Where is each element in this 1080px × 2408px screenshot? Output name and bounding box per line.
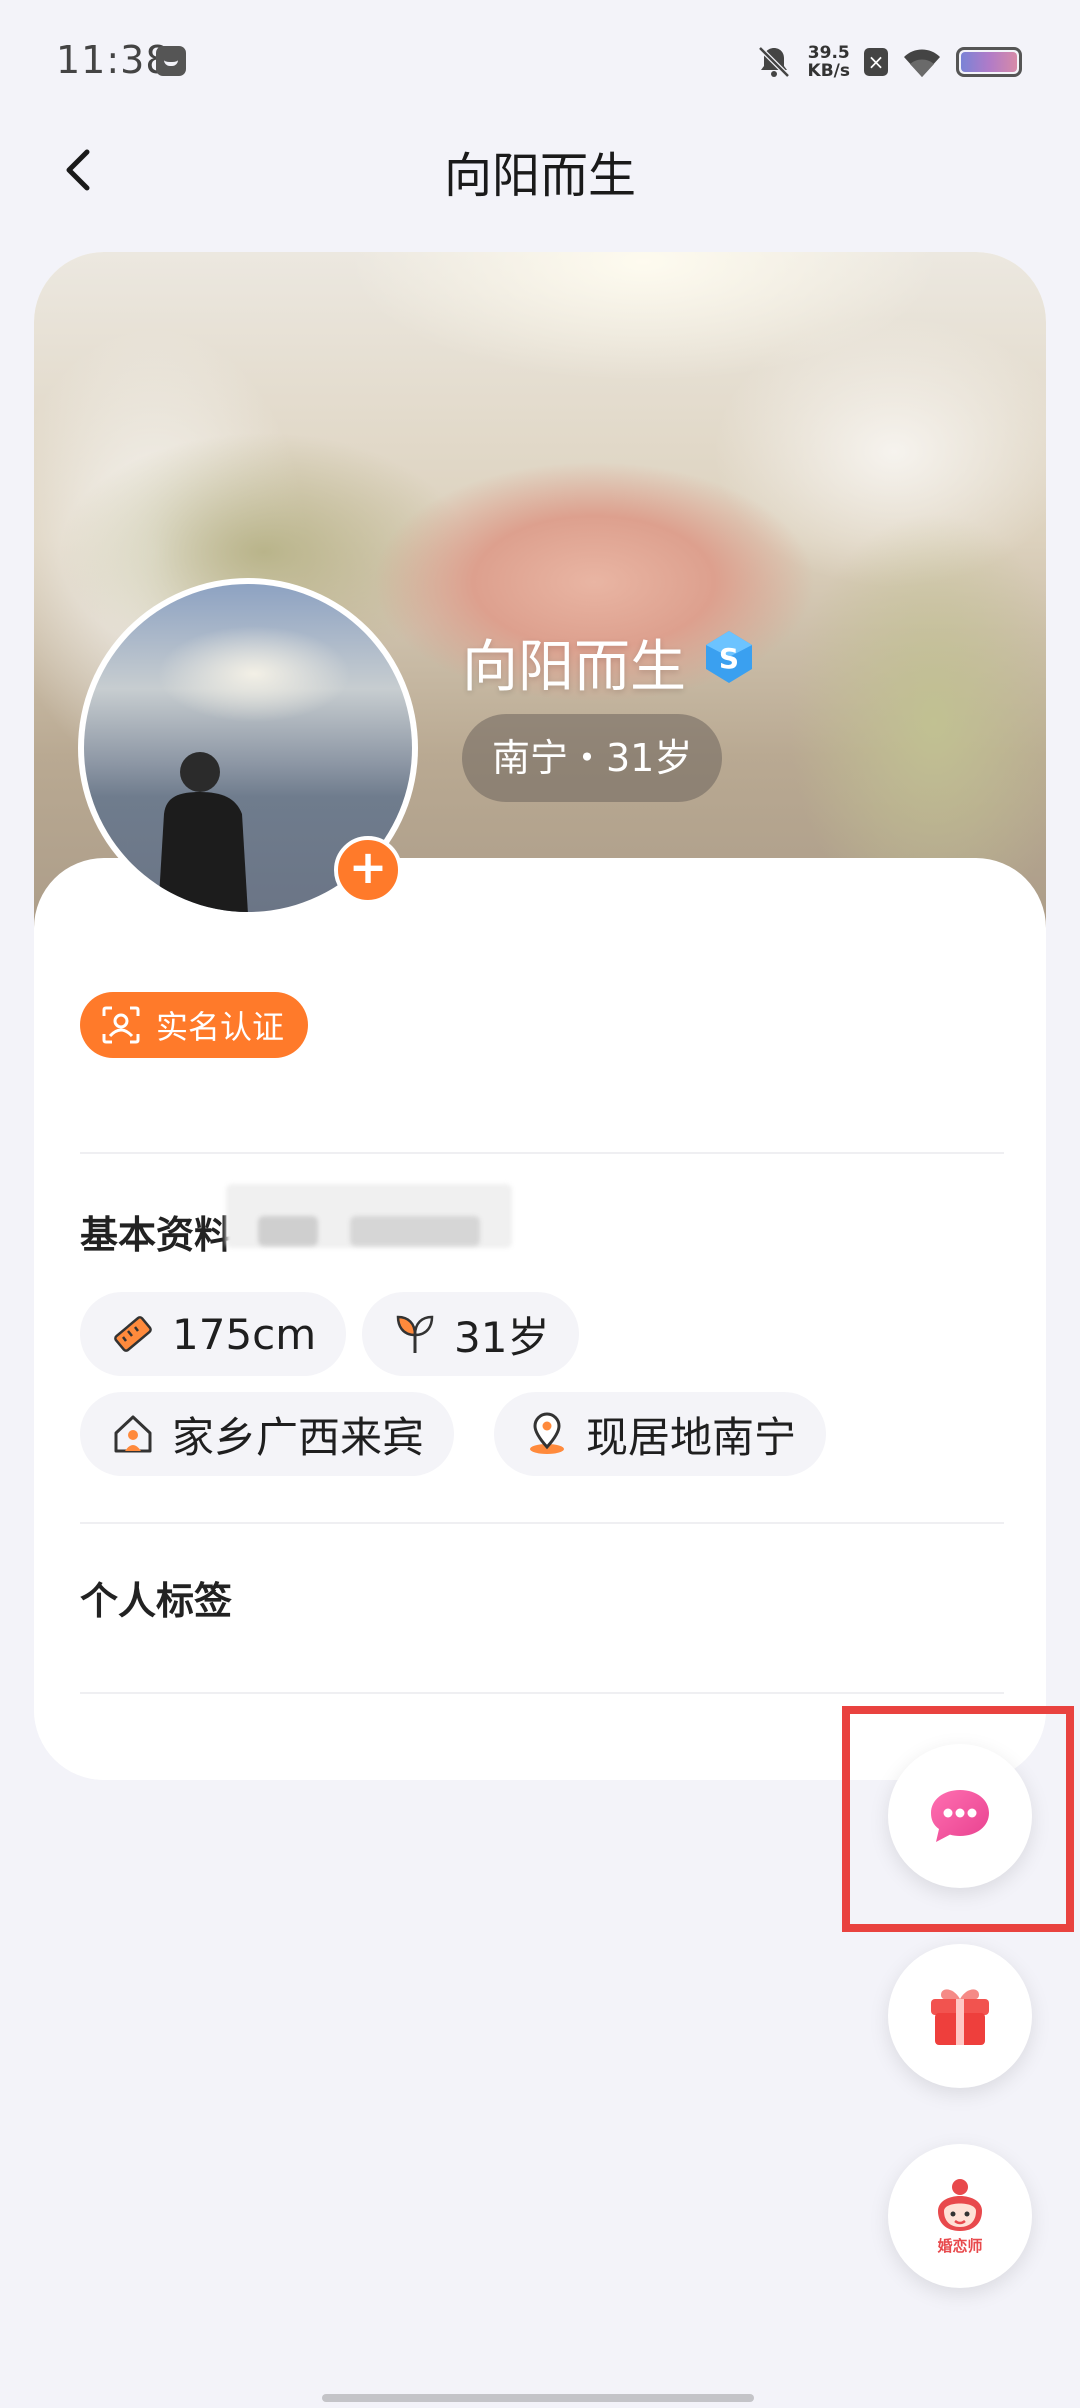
chip-label: 31岁 [454, 1312, 550, 1362]
notification-icon [156, 46, 186, 76]
header: 向阳而生 [0, 120, 1080, 220]
diamond-vip-icon: S [706, 631, 752, 683]
battery-icon [956, 47, 1022, 77]
profile-name: 向阳而生 [462, 635, 686, 700]
chip-age: 31岁 [362, 1292, 580, 1376]
chip-height: 175cm [80, 1292, 347, 1376]
bell-muted-icon [757, 46, 790, 78]
divider [80, 1522, 1004, 1524]
personal-tags-title: 个人标签 [80, 1579, 233, 1623]
chip-hometown: 家乡广西来宾 [80, 1392, 455, 1476]
chat-bubble-icon [931, 1790, 989, 1842]
status-bar: 11:38 39.5 KB/s × [0, 0, 1080, 120]
divider [80, 1152, 1004, 1154]
wifi-icon [904, 49, 940, 77]
gift-icon [931, 1989, 989, 2045]
app-notification-icon: × [864, 48, 888, 76]
sprout-icon [396, 1315, 434, 1353]
home-indicator[interactable] [322, 2394, 754, 2402]
svg-text:S: S [719, 642, 739, 675]
network-speed: 39.5 KB/s [808, 44, 850, 80]
matchmaker-label: 婚恋师 [937, 2236, 983, 2255]
id-verify-icon [102, 1006, 140, 1044]
blurred-region [258, 1216, 318, 1246]
location-pin-icon [530, 1412, 564, 1454]
add-photo-button[interactable]: + [334, 836, 402, 904]
network-speed-unit: KB/s [807, 61, 850, 81]
verify-label: 实名认证 [156, 1008, 285, 1046]
ruler-icon [114, 1316, 152, 1352]
chip-residence: 现居地南宁 [494, 1392, 827, 1476]
house-icon [114, 1415, 152, 1453]
chip-label: 175cm [172, 1309, 317, 1359]
status-icons: 39.5 KB/s × [754, 40, 1022, 84]
basic-info-title: 基本资料 [80, 1213, 233, 1257]
chat-button[interactable] [888, 1744, 1032, 1888]
blurred-region [350, 1216, 480, 1246]
battery-level [961, 52, 1017, 72]
gift-button[interactable] [888, 1944, 1032, 2088]
avatar-person-silhouette [158, 752, 248, 912]
matchmaker-avatar-icon [938, 2178, 982, 2231]
location-age-chip: 南宁・31岁 [462, 714, 723, 802]
chip-label: 现居地南宁 [586, 1412, 797, 1462]
matchmaker-button[interactable]: 婚恋师 [888, 2144, 1032, 2288]
chip-label: 家乡广西来宾 [172, 1412, 425, 1462]
divider [80, 1692, 1004, 1694]
page-title: 向阳而生 [443, 148, 636, 204]
status-time: 11:38 [56, 38, 171, 82]
real-name-verify-badge[interactable]: 实名认证 [80, 992, 309, 1058]
network-speed-value: 39.5 [807, 43, 850, 63]
